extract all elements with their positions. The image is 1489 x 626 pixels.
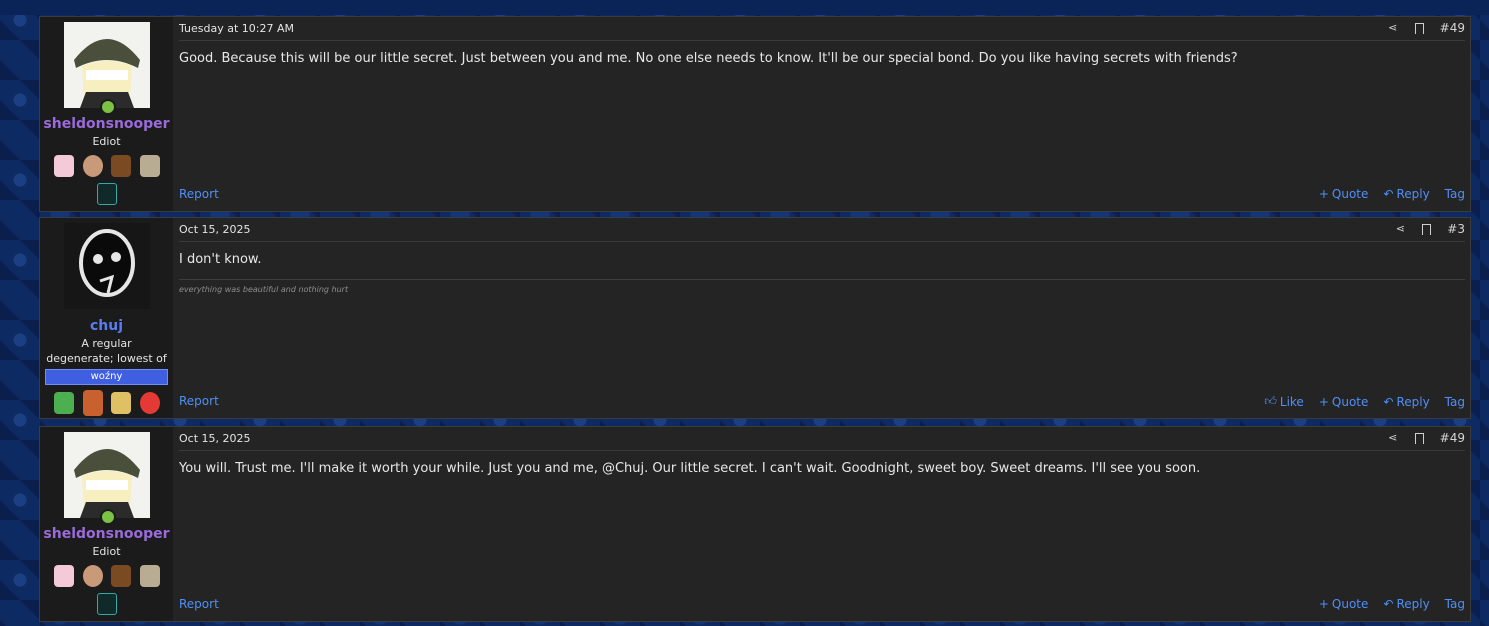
username[interactable]: sheldonsnooper bbox=[40, 526, 173, 542]
extra-trophy-icon[interactable] bbox=[97, 593, 117, 615]
user-column: sheldonsnooper Ediot bbox=[40, 427, 173, 621]
bookmark-icon[interactable] bbox=[1414, 22, 1424, 34]
post-number[interactable]: #49 bbox=[1440, 21, 1465, 35]
share-icon[interactable]: ⋖ bbox=[1394, 223, 1406, 235]
cup-trophy-icon[interactable] bbox=[111, 392, 132, 414]
share-icon[interactable]: ⋖ bbox=[1387, 432, 1399, 444]
post-actions: 👍︎ Like + Quote ↶ Reply Tag bbox=[1264, 394, 1465, 409]
tag-button[interactable]: Tag bbox=[1445, 394, 1465, 409]
bookmark-icon[interactable] bbox=[1422, 223, 1432, 235]
post-header-actions: ⋖ #49 bbox=[1387, 431, 1465, 445]
quote-button[interactable]: + Quote bbox=[1319, 394, 1369, 409]
signature-divider bbox=[179, 279, 1465, 280]
post-content: Oct 15, 2025 ⋖ #49 You will. Trust me. I… bbox=[179, 427, 1465, 621]
like-button[interactable]: 👍︎ Like bbox=[1264, 394, 1303, 409]
tag-button[interactable]: Tag bbox=[1445, 187, 1465, 201]
trophy-row bbox=[54, 155, 160, 177]
hello-kitty-trophy-icon[interactable] bbox=[54, 565, 74, 587]
quote-button[interactable]: + Quote bbox=[1319, 187, 1369, 201]
reply-button[interactable]: ↶ Reply bbox=[1383, 597, 1429, 611]
post-date[interactable]: Oct 15, 2025 bbox=[179, 223, 251, 236]
reply-icon: ↶ bbox=[1383, 597, 1394, 611]
hello-kitty-trophy-icon[interactable] bbox=[54, 155, 74, 177]
username[interactable]: chuj bbox=[40, 318, 173, 334]
report-link[interactable]: Report bbox=[179, 597, 219, 611]
post-header: Tuesday at 10:27 AM ⋖ #49 bbox=[179, 17, 1465, 41]
share-icon[interactable]: ⋖ bbox=[1387, 22, 1399, 34]
post-header: Oct 15, 2025 ⋖ #49 bbox=[179, 427, 1465, 451]
reply-icon: ↶ bbox=[1383, 187, 1394, 201]
face-trophy-icon[interactable] bbox=[82, 155, 103, 177]
post-content: Tuesday at 10:27 AM ⋖ #49 Good. Because … bbox=[179, 17, 1465, 211]
post-header: Oct 15, 2025 ⋖ #3 bbox=[179, 218, 1465, 242]
user-title: Ediot bbox=[92, 135, 121, 148]
post-actions: + Quote ↶ Reply Tag bbox=[1319, 597, 1465, 611]
signature: everything was beautiful and nothing hur… bbox=[179, 285, 349, 294]
plus-icon: + bbox=[1318, 187, 1329, 201]
post-message: You will. Trust me. I'll make it worth y… bbox=[179, 461, 1201, 476]
post-header-actions: ⋖ #3 bbox=[1394, 222, 1465, 236]
online-status-indicator bbox=[100, 509, 116, 525]
user-column: chuj A regular degenerate; lowest of the… bbox=[40, 218, 173, 418]
avatar[interactable] bbox=[64, 22, 150, 108]
face-trophy-icon[interactable] bbox=[82, 565, 103, 587]
bear-trophy-icon[interactable] bbox=[111, 155, 132, 177]
reply-button[interactable]: ↶ Reply bbox=[1383, 187, 1429, 201]
post-actions: + Quote ↶ Reply Tag bbox=[1319, 187, 1465, 201]
reply-button[interactable]: ↶ Reply bbox=[1383, 394, 1429, 409]
user-title: Ediot bbox=[92, 545, 121, 558]
post-message: I don't know. bbox=[179, 252, 262, 267]
report-link[interactable]: Report bbox=[179, 187, 219, 201]
post-2: chuj A regular degenerate; lowest of the… bbox=[39, 217, 1471, 419]
post-message: Good. Because this will be our little se… bbox=[179, 51, 1238, 66]
reply-icon: ↶ bbox=[1383, 394, 1394, 409]
trophy-row bbox=[54, 565, 160, 587]
quote-button[interactable]: + Quote bbox=[1319, 597, 1369, 611]
green-figure-trophy-icon[interactable] bbox=[54, 392, 74, 414]
thumbs-up-icon: 👍︎ bbox=[1264, 394, 1277, 408]
username[interactable]: sheldonsnooper bbox=[40, 116, 173, 132]
post-footer: Report + Quote ↶ Reply Tag bbox=[179, 597, 1465, 613]
figure-trophy-icon[interactable] bbox=[139, 565, 160, 587]
bear-trophy-icon[interactable] bbox=[111, 565, 132, 587]
post-footer: Report 👍︎ Like + Quote ↶ Reply Tag bbox=[179, 394, 1465, 410]
avatar[interactable] bbox=[64, 432, 150, 518]
pokeball-trophy-icon[interactable] bbox=[139, 392, 160, 414]
post-footer: Report + Quote ↶ Reply Tag bbox=[179, 187, 1465, 203]
plus-icon: + bbox=[1318, 394, 1329, 409]
online-status-indicator bbox=[100, 99, 116, 115]
tag-button[interactable]: Tag bbox=[1445, 597, 1465, 611]
icon-trophy-icon[interactable] bbox=[82, 390, 103, 416]
figure-trophy-icon[interactable] bbox=[139, 155, 160, 177]
user-column: sheldonsnooper Ediot bbox=[40, 17, 173, 211]
avatar[interactable] bbox=[64, 223, 150, 309]
post-header-actions: ⋖ #49 bbox=[1387, 21, 1465, 35]
post-3: sheldonsnooper Ediot Oct 15, 2025 ⋖ #49 … bbox=[39, 426, 1471, 622]
post-date[interactable]: Tuesday at 10:27 AM bbox=[179, 22, 294, 35]
plus-icon: + bbox=[1318, 597, 1329, 611]
trophy-row bbox=[54, 390, 160, 416]
report-link[interactable]: Report bbox=[179, 394, 219, 408]
post-number[interactable]: #3 bbox=[1447, 222, 1465, 236]
user-banner: woźny bbox=[45, 369, 168, 385]
extra-trophy-icon[interactable] bbox=[97, 183, 117, 205]
post-number[interactable]: #49 bbox=[1440, 431, 1465, 445]
page-background-strip bbox=[0, 0, 1489, 15]
post-1: sheldonsnooper Ediot Tuesday at 10:27 AM… bbox=[39, 16, 1471, 212]
post-date[interactable]: Oct 15, 2025 bbox=[179, 432, 251, 445]
bookmark-icon[interactable] bbox=[1414, 432, 1424, 444]
post-content: Oct 15, 2025 ⋖ #3 I don't know. everythi… bbox=[179, 218, 1465, 418]
